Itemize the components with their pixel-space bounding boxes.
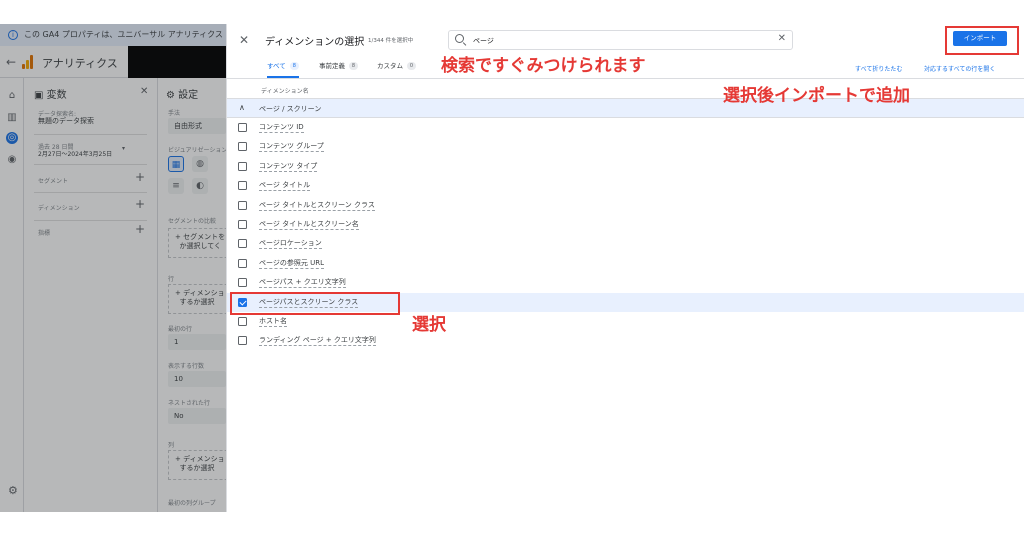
- tab-predefined[interactable]: 事前定義 8: [319, 60, 358, 78]
- dimension-label: ホスト名: [259, 317, 287, 327]
- list-item[interactable]: ページパス + クエリ文字列: [227, 273, 1024, 292]
- checkbox[interactable]: [238, 336, 247, 346]
- annotation-import: 選択後インポートで追加: [723, 86, 910, 106]
- list-item[interactable]: ページ タイトルとスクリーン クラス: [227, 196, 1024, 215]
- list-item[interactable]: ページ タイトルとスクリーン名: [227, 215, 1024, 234]
- dimension-label: コンテンツ グループ: [259, 142, 324, 153]
- annotation-search: 検索ですぐみつけられます: [441, 56, 646, 76]
- search-icon: [455, 34, 464, 43]
- checkbox[interactable]: [238, 161, 247, 171]
- group-label: ページ / スクリーン: [259, 105, 322, 113]
- dialog-title: ディメンションの選択: [265, 37, 365, 48]
- dimension-label: ページ タイトル: [259, 181, 311, 192]
- import-highlight-box: [945, 26, 1019, 55]
- list-item[interactable]: コンテンツ ID: [227, 118, 1024, 137]
- dimension-label: ページの参照元 URL: [259, 258, 324, 269]
- list-item[interactable]: ページロケーション: [227, 234, 1024, 253]
- background-app: iこの GA4 プロパティは、ユニバーサル アナリティクス プロパティ ← アナ…: [0, 24, 238, 512]
- tab-custom[interactable]: カスタム 0: [377, 60, 416, 78]
- open-matching-link[interactable]: 対応するすべての行を開く: [924, 64, 995, 73]
- clear-search-icon[interactable]: ✕: [778, 33, 786, 44]
- annotation-select: 選択: [412, 315, 446, 335]
- dimension-label: ランディング ページ + クエリ文字列: [259, 336, 376, 347]
- screenshot-stage: iこの GA4 プロパティは、ユニバーサル アナリティクス プロパティ ← アナ…: [0, 24, 1024, 512]
- chevron-up-icon[interactable]: ∧: [239, 103, 245, 112]
- search-input[interactable]: [473, 33, 773, 48]
- checkbox[interactable]: [238, 258, 247, 268]
- tab-all[interactable]: すべて 8: [267, 60, 299, 78]
- checkbox[interactable]: [238, 278, 247, 288]
- checkbox[interactable]: [238, 142, 247, 152]
- checkbox[interactable]: [238, 200, 247, 210]
- list-item[interactable]: ランディング ページ + クエリ文字列: [227, 331, 1024, 350]
- checkbox[interactable]: [238, 239, 247, 249]
- dimension-label: ページ タイトルとスクリーン名: [259, 220, 359, 230]
- search-box: ✕: [448, 30, 793, 50]
- checkbox[interactable]: [238, 123, 247, 132]
- modal-scrim: [0, 24, 226, 512]
- checkbox[interactable]: [238, 317, 247, 326]
- dimension-label: ページロケーション: [259, 239, 322, 250]
- list-item[interactable]: コンテンツ グループ: [227, 137, 1024, 156]
- close-dialog-icon[interactable]: ✕: [239, 33, 249, 47]
- selection-highlight-box: [230, 292, 400, 315]
- dimension-label: ページ タイトルとスクリーン クラス: [259, 200, 375, 211]
- list-item[interactable]: コンテンツ タイプ: [227, 157, 1024, 176]
- checkbox[interactable]: [238, 181, 247, 191]
- dimension-label: コンテンツ ID: [259, 123, 304, 133]
- checkbox[interactable]: [238, 220, 247, 229]
- list-item[interactable]: ページ タイトル: [227, 176, 1024, 195]
- tab-divider: [227, 78, 1024, 79]
- dimension-label: ページパス + クエリ文字列: [259, 278, 346, 289]
- collapse-all-link[interactable]: すべて折りたたむ: [855, 64, 902, 73]
- list-item[interactable]: ページの参照元 URL: [227, 254, 1024, 273]
- column-header: ディメンション名: [261, 88, 309, 95]
- selected-count: 1/344 件を選択中: [368, 38, 414, 44]
- dimension-label: コンテンツ タイプ: [259, 161, 318, 172]
